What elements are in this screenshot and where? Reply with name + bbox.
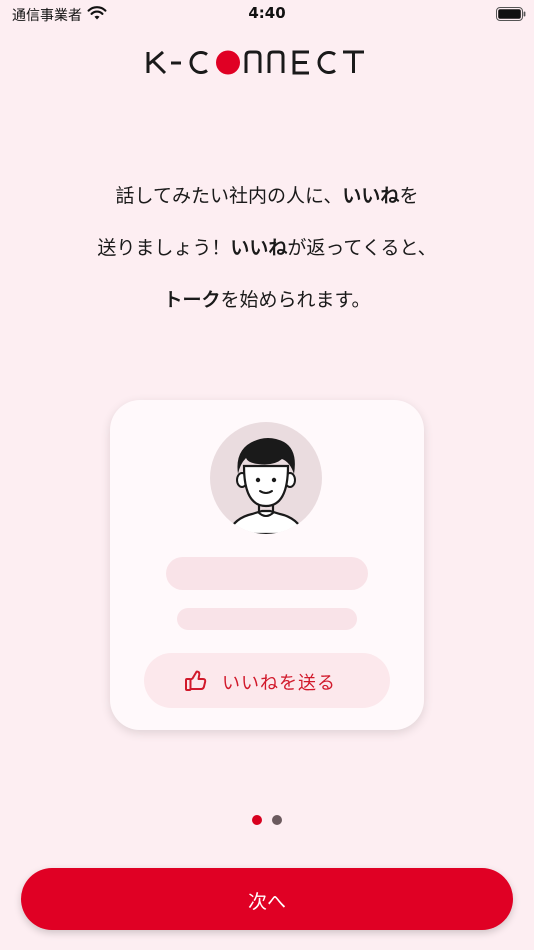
page-indicator xyxy=(252,815,292,827)
intro-line-3: トークを始められます。 xyxy=(163,289,371,311)
intro-text: 話してみたい社内の人に、いいねを 送りましょう！いいねが返ってくると、 トークを… xyxy=(0,170,534,326)
battery-icon xyxy=(496,7,526,21)
name-placeholder xyxy=(166,557,368,590)
send-like-label: いいねを送る xyxy=(222,673,336,694)
thumbs-up-icon xyxy=(185,670,207,691)
intro-line-2: 送りましょう！いいねが返ってくると、 xyxy=(97,237,437,259)
detail-placeholder xyxy=(177,608,357,630)
intro-line-1: 話してみたい社内の人に、いいねを xyxy=(115,185,419,207)
k-connect-logo xyxy=(146,50,364,75)
next-button[interactable]: 次へ xyxy=(21,868,513,930)
avatar xyxy=(210,422,322,534)
page-dot-inactive[interactable] xyxy=(272,815,282,825)
page-dot-active[interactable] xyxy=(252,815,262,825)
next-button-label: 次へ xyxy=(247,891,286,913)
send-like-button[interactable]: いいねを送る xyxy=(144,653,390,708)
clock: 4:40 xyxy=(248,4,286,22)
status-bar: 通信事業者 4:40 xyxy=(0,0,534,28)
sample-profile-card: いいねを送る xyxy=(110,400,424,730)
person-avatar-icon xyxy=(226,438,306,534)
